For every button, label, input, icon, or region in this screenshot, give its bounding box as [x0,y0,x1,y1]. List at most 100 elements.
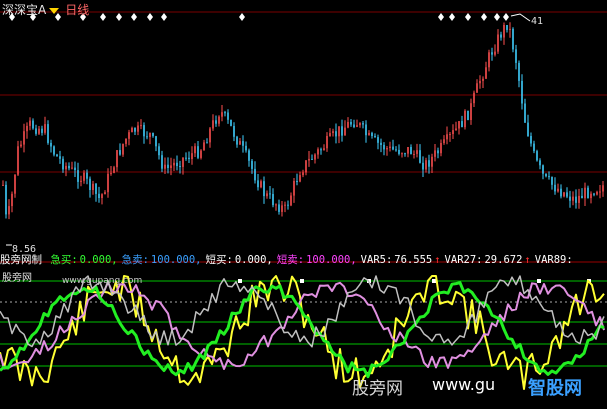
candle-body [557,188,559,192]
candle-body [200,150,202,158]
candle-body [8,206,10,215]
candle-body [335,131,337,137]
dropdown-arrow-icon[interactable] [49,7,60,14]
candle-body [125,138,127,144]
indicator-bar: 股旁网制 急买: 0.000, 急卖: 100.000, 短买: 0.000, 短卖: 100… [0,252,581,267]
signal-diamond-icon [131,13,137,21]
candle-body [479,80,481,84]
stock-chart-window[interactable]: 深深宝A 日线 41 8.56 股旁网制 急买: 0.000, 急卖: 100.000,… [0,0,607,409]
candle-body [293,181,295,196]
candle-body [563,192,565,197]
candle-body [164,164,166,169]
candle-body [584,187,586,199]
candle-body [431,156,433,167]
candle-body [35,128,37,134]
candle-body [494,51,496,55]
candle-body [149,133,151,137]
candle-body [401,153,403,155]
candle-body [47,124,49,143]
candle-body [425,160,427,170]
candle-body [71,167,73,169]
indicator-marker [238,279,242,283]
candle-body [398,149,400,154]
candle-body [14,174,16,194]
candle-body [86,172,88,179]
candle-body [299,175,301,182]
candle-body [374,136,376,138]
candle-body [323,148,325,150]
candle-body [365,124,367,136]
signal-diamond-icon [494,13,500,21]
url-watermark: www.gupang.com [62,276,143,286]
candle-body [236,136,238,145]
candle-body [137,125,139,132]
period-label[interactable]: 日线 [65,3,89,17]
indicator-item-label: VAR27: [444,254,483,266]
candle-body [467,110,469,120]
indicator-item-value: 0.000, [234,254,273,266]
candle-body [437,150,439,154]
candle-body [428,160,430,167]
candle-body [188,157,190,159]
candle-body [179,166,181,167]
candle-body [377,137,379,143]
indicator-title[interactable]: 股旁网制 [0,254,42,266]
candle-body [434,150,436,157]
candle-body [485,67,487,79]
candle-body [542,165,544,174]
up-arrow-icon: ↑ [434,254,441,266]
candle-body [404,153,406,155]
candle-body [224,112,226,114]
indicator-item: 急买: 0.000, [50,254,119,266]
candle-body [215,120,217,124]
candle-body [233,126,235,137]
signal-diamond-icon [100,13,106,21]
indicator-marker [432,279,436,283]
candle-body [443,139,445,144]
candle-body [491,52,493,55]
candle-body [62,158,64,170]
indicator-item-value: 29.672 [484,254,523,266]
candle-body [371,132,373,136]
candle-body [44,124,46,133]
candle-body [110,172,112,174]
candle-body [368,132,370,136]
candle-body [338,126,340,137]
indicator-item-value: 100.000, [306,254,357,266]
candle-body [56,154,58,157]
signal-diamond-icon [465,13,471,21]
candle-body [206,142,208,144]
candle-body [23,131,25,145]
candle-body [2,184,4,186]
candle-body [59,156,61,159]
indicator-item-label: 急买: [50,254,78,266]
footer-url-watermark: www.gu [432,375,496,394]
candle-body [446,134,448,140]
candle-body [578,195,580,203]
up-arrow-icon: ↑ [524,254,531,266]
candle-body [512,28,514,50]
indicator-item-value: 0.000, [79,254,118,266]
candle-body [251,160,253,169]
chart-canvas[interactable] [0,0,607,409]
candle-body [173,162,175,166]
candle-body [155,136,157,147]
candle-body [242,141,244,146]
candle-body [143,125,145,137]
candle-body [176,162,178,166]
candle-body [269,193,271,195]
candle-body [590,193,592,199]
candle-body [83,172,85,181]
candle-body [119,150,121,155]
candle-body [104,192,106,195]
candle-body [470,103,472,120]
candle-body [524,103,526,123]
candle-body [89,178,91,190]
candle-body [581,195,583,199]
candle-body [602,185,604,192]
candle-body [248,150,250,161]
signal-diamond-icon [481,13,487,21]
candle-body [278,204,280,212]
candle-body [260,181,262,188]
candle-body [182,157,184,167]
